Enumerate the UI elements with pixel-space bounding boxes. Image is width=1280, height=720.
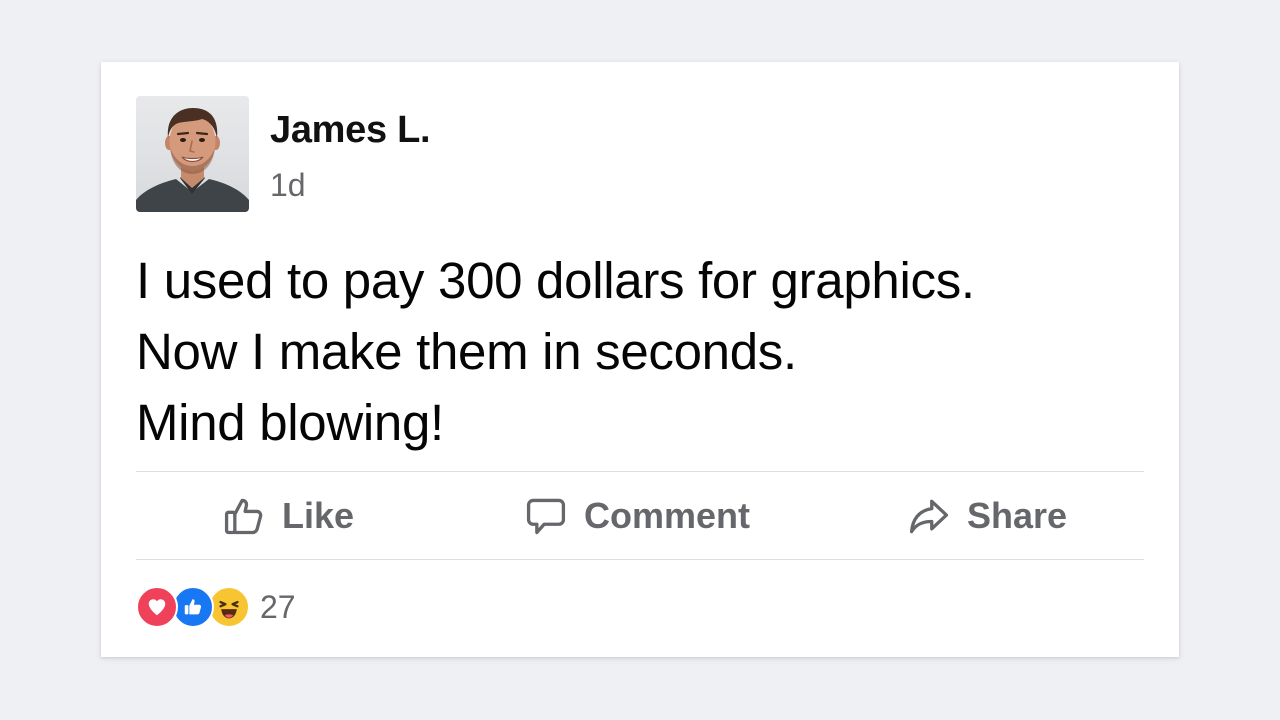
share-arrow-icon: [907, 494, 951, 538]
heart-icon: [136, 586, 178, 628]
post-body: I used to pay 300 dollars for graphics. …: [136, 245, 1146, 458]
comment-label: Comment: [584, 495, 751, 536]
like-label: Like: [282, 495, 355, 536]
author-name[interactable]: James L.: [270, 108, 431, 152]
avatar-portrait: [136, 96, 249, 212]
thumbs-up-icon: [172, 586, 214, 628]
speech-bubble-icon: [524, 494, 568, 538]
avatar[interactable]: [136, 96, 249, 212]
reaction-count[interactable]: 27: [260, 589, 296, 626]
share-label: Share: [967, 495, 1068, 536]
post-timestamp[interactable]: 1d: [270, 166, 306, 204]
thumbs-up-icon: [222, 494, 266, 538]
divider: [136, 559, 1144, 560]
post-line: I used to pay 300 dollars for graphics.: [136, 252, 975, 309]
like-button[interactable]: Like: [222, 472, 354, 560]
post-line: Now I make them in seconds.: [136, 323, 797, 380]
reaction-summary[interactable]: 27: [136, 586, 296, 628]
share-button[interactable]: Share: [907, 472, 1067, 560]
comment-button[interactable]: Comment: [524, 472, 750, 560]
action-bar: Like Comment Share: [136, 472, 1144, 560]
post-line: Mind blowing!: [136, 394, 444, 451]
laughing-face-icon: [208, 586, 250, 628]
post-card: James L. 1d I used to pay 300 dollars fo…: [101, 62, 1179, 657]
